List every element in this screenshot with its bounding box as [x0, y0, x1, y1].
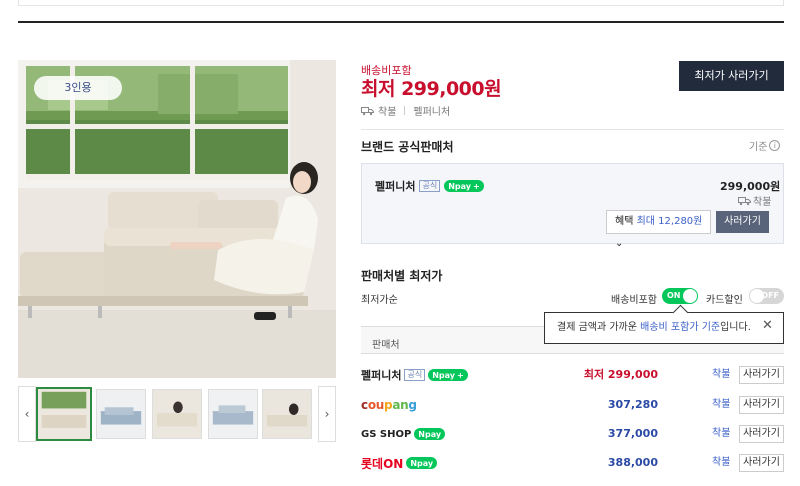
seller-name: 펠퍼니처: [413, 107, 451, 118]
criteria-info[interactable]: 기준 i: [749, 138, 781, 153]
seller-cell[interactable]: coupang: [361, 394, 417, 416]
official-buy-button[interactable]: 사러가기: [716, 211, 769, 233]
tooltip-suffix: 입니다.: [720, 322, 751, 333]
npay-badge: Npay: [406, 457, 438, 469]
seller-cell[interactable]: 롯데ON Npay: [361, 452, 438, 474]
official-price: 299,000원: [720, 180, 781, 193]
plus-icon: +: [473, 181, 480, 191]
top-box: [18, 0, 784, 6]
row-buy-button[interactable]: 사러가기: [739, 454, 784, 472]
benefit-prefix: 혜택: [615, 216, 634, 227]
official-shipping: 착불: [738, 193, 771, 208]
npay-badge: Npay: [414, 428, 446, 440]
toggle-knob: [683, 289, 697, 303]
thumb-next-button[interactable]: ›: [318, 386, 336, 442]
table-row: GS SHOP Npay 377,000 착불 사러가기: [361, 423, 784, 445]
thumbnail-4[interactable]: [208, 389, 258, 439]
npay-plus-badge: Npay +: [428, 369, 468, 381]
truck-icon: [738, 196, 751, 205]
card-discount-toggle[interactable]: OFF: [749, 288, 784, 304]
shipping-included-toggle[interactable]: ON: [662, 288, 698, 304]
official-seller-label: 펠퍼니처: [375, 180, 416, 193]
row-price[interactable]: 388,000: [608, 452, 658, 474]
plus-icon: +: [457, 370, 464, 380]
row-shipping: 착불: [712, 399, 731, 410]
seller-name: 펠퍼니처: [361, 369, 402, 382]
npay-label: pay: [417, 458, 434, 468]
top-divider: [18, 21, 784, 23]
tooltip-text: 결제 금액과 가까운: [557, 322, 641, 333]
row-shipping: 착불: [712, 457, 731, 468]
official-seller-title: 브랜드 공식판매처: [361, 140, 454, 154]
buy-lowest-button[interactable]: 최저가 사러가기: [679, 61, 784, 91]
coupang-logo: coupang: [361, 398, 417, 412]
table-row: 롯데ON Npay 388,000 착불 사러가기: [361, 452, 784, 474]
row-price[interactable]: 307,280: [608, 394, 658, 416]
row-price[interactable]: 377,000: [608, 423, 658, 445]
thumb-prev-button[interactable]: ‹: [18, 386, 36, 442]
truck-icon: [361, 106, 374, 115]
benefit-dropdown[interactable]: 혜택 최대 12,280원 ⌄: [606, 210, 711, 249]
seller-column-header: 판매처: [372, 340, 400, 351]
gs-shop-logo: GS SHOP: [361, 428, 412, 440]
row-shipping: 착불: [712, 428, 731, 439]
capacity-badge: 3인용: [34, 76, 122, 100]
table-row: coupang 307,280 착불 사러가기: [361, 394, 784, 416]
meta-separator: [404, 106, 406, 115]
table-row: 펠퍼니처 공식 Npay + 최저 299,000 착불 사러가기: [361, 364, 784, 386]
thumbnail-3[interactable]: [152, 389, 202, 439]
chevron-down-icon: ⌄: [615, 238, 624, 249]
thumbnail-1[interactable]: [36, 387, 92, 441]
shipping-toggle-label: 배송비포함: [611, 295, 657, 306]
npay-label: pay: [454, 181, 472, 191]
row-shipping: 착불: [712, 369, 731, 380]
official-shipping-type: 착불: [753, 197, 772, 208]
lowest-by-seller-title: 판매처별 최저가: [361, 269, 443, 283]
npay-label: pay: [438, 370, 456, 380]
shipping-type: 착불: [378, 107, 397, 118]
seller-cell[interactable]: GS SHOP Npay: [361, 423, 446, 445]
product-main-image[interactable]: [18, 60, 336, 378]
sort-label[interactable]: 최저가순: [361, 291, 398, 306]
npay-plus-badge: Npay +: [444, 180, 484, 192]
info-icon[interactable]: i: [769, 140, 781, 151]
product-meta: 착불 펠퍼니처: [361, 103, 450, 118]
row-buy-button[interactable]: 사러가기: [739, 396, 784, 414]
lowest-price: 최저 299,000원: [361, 78, 502, 100]
card-discount-label: 카드할인: [706, 295, 743, 306]
row-price[interactable]: 최저 299,000: [584, 364, 658, 386]
seller-cell[interactable]: 펠퍼니처 공식 Npay +: [361, 364, 468, 386]
lotte-on-logo: 롯데ON: [361, 456, 404, 471]
thumbnail-2[interactable]: [96, 389, 146, 439]
shipping-tooltip: 결제 금액과 가까운 배송비 포함가 기준입니다.: [544, 312, 784, 344]
thumbnail-5[interactable]: [262, 389, 312, 439]
section-divider: [361, 129, 784, 130]
row-buy-button[interactable]: 사러가기: [739, 425, 784, 443]
npay-label: pay: [425, 429, 442, 439]
criteria-label: 기준: [749, 142, 768, 153]
official-seller-name[interactable]: 펠퍼니처 공식 Npay +: [375, 178, 484, 194]
close-icon[interactable]: ✕: [762, 319, 773, 332]
benefit-value: 최대 12,280원: [636, 216, 703, 227]
toggle-state: ON: [667, 291, 681, 300]
official-tag: 공식: [419, 180, 441, 192]
row-buy-button[interactable]: 사러가기: [739, 366, 784, 384]
official-tag: 공식: [404, 369, 426, 381]
toggle-state: OFF: [761, 291, 779, 300]
tooltip-highlight: 배송비 포함가 기준: [640, 322, 721, 333]
